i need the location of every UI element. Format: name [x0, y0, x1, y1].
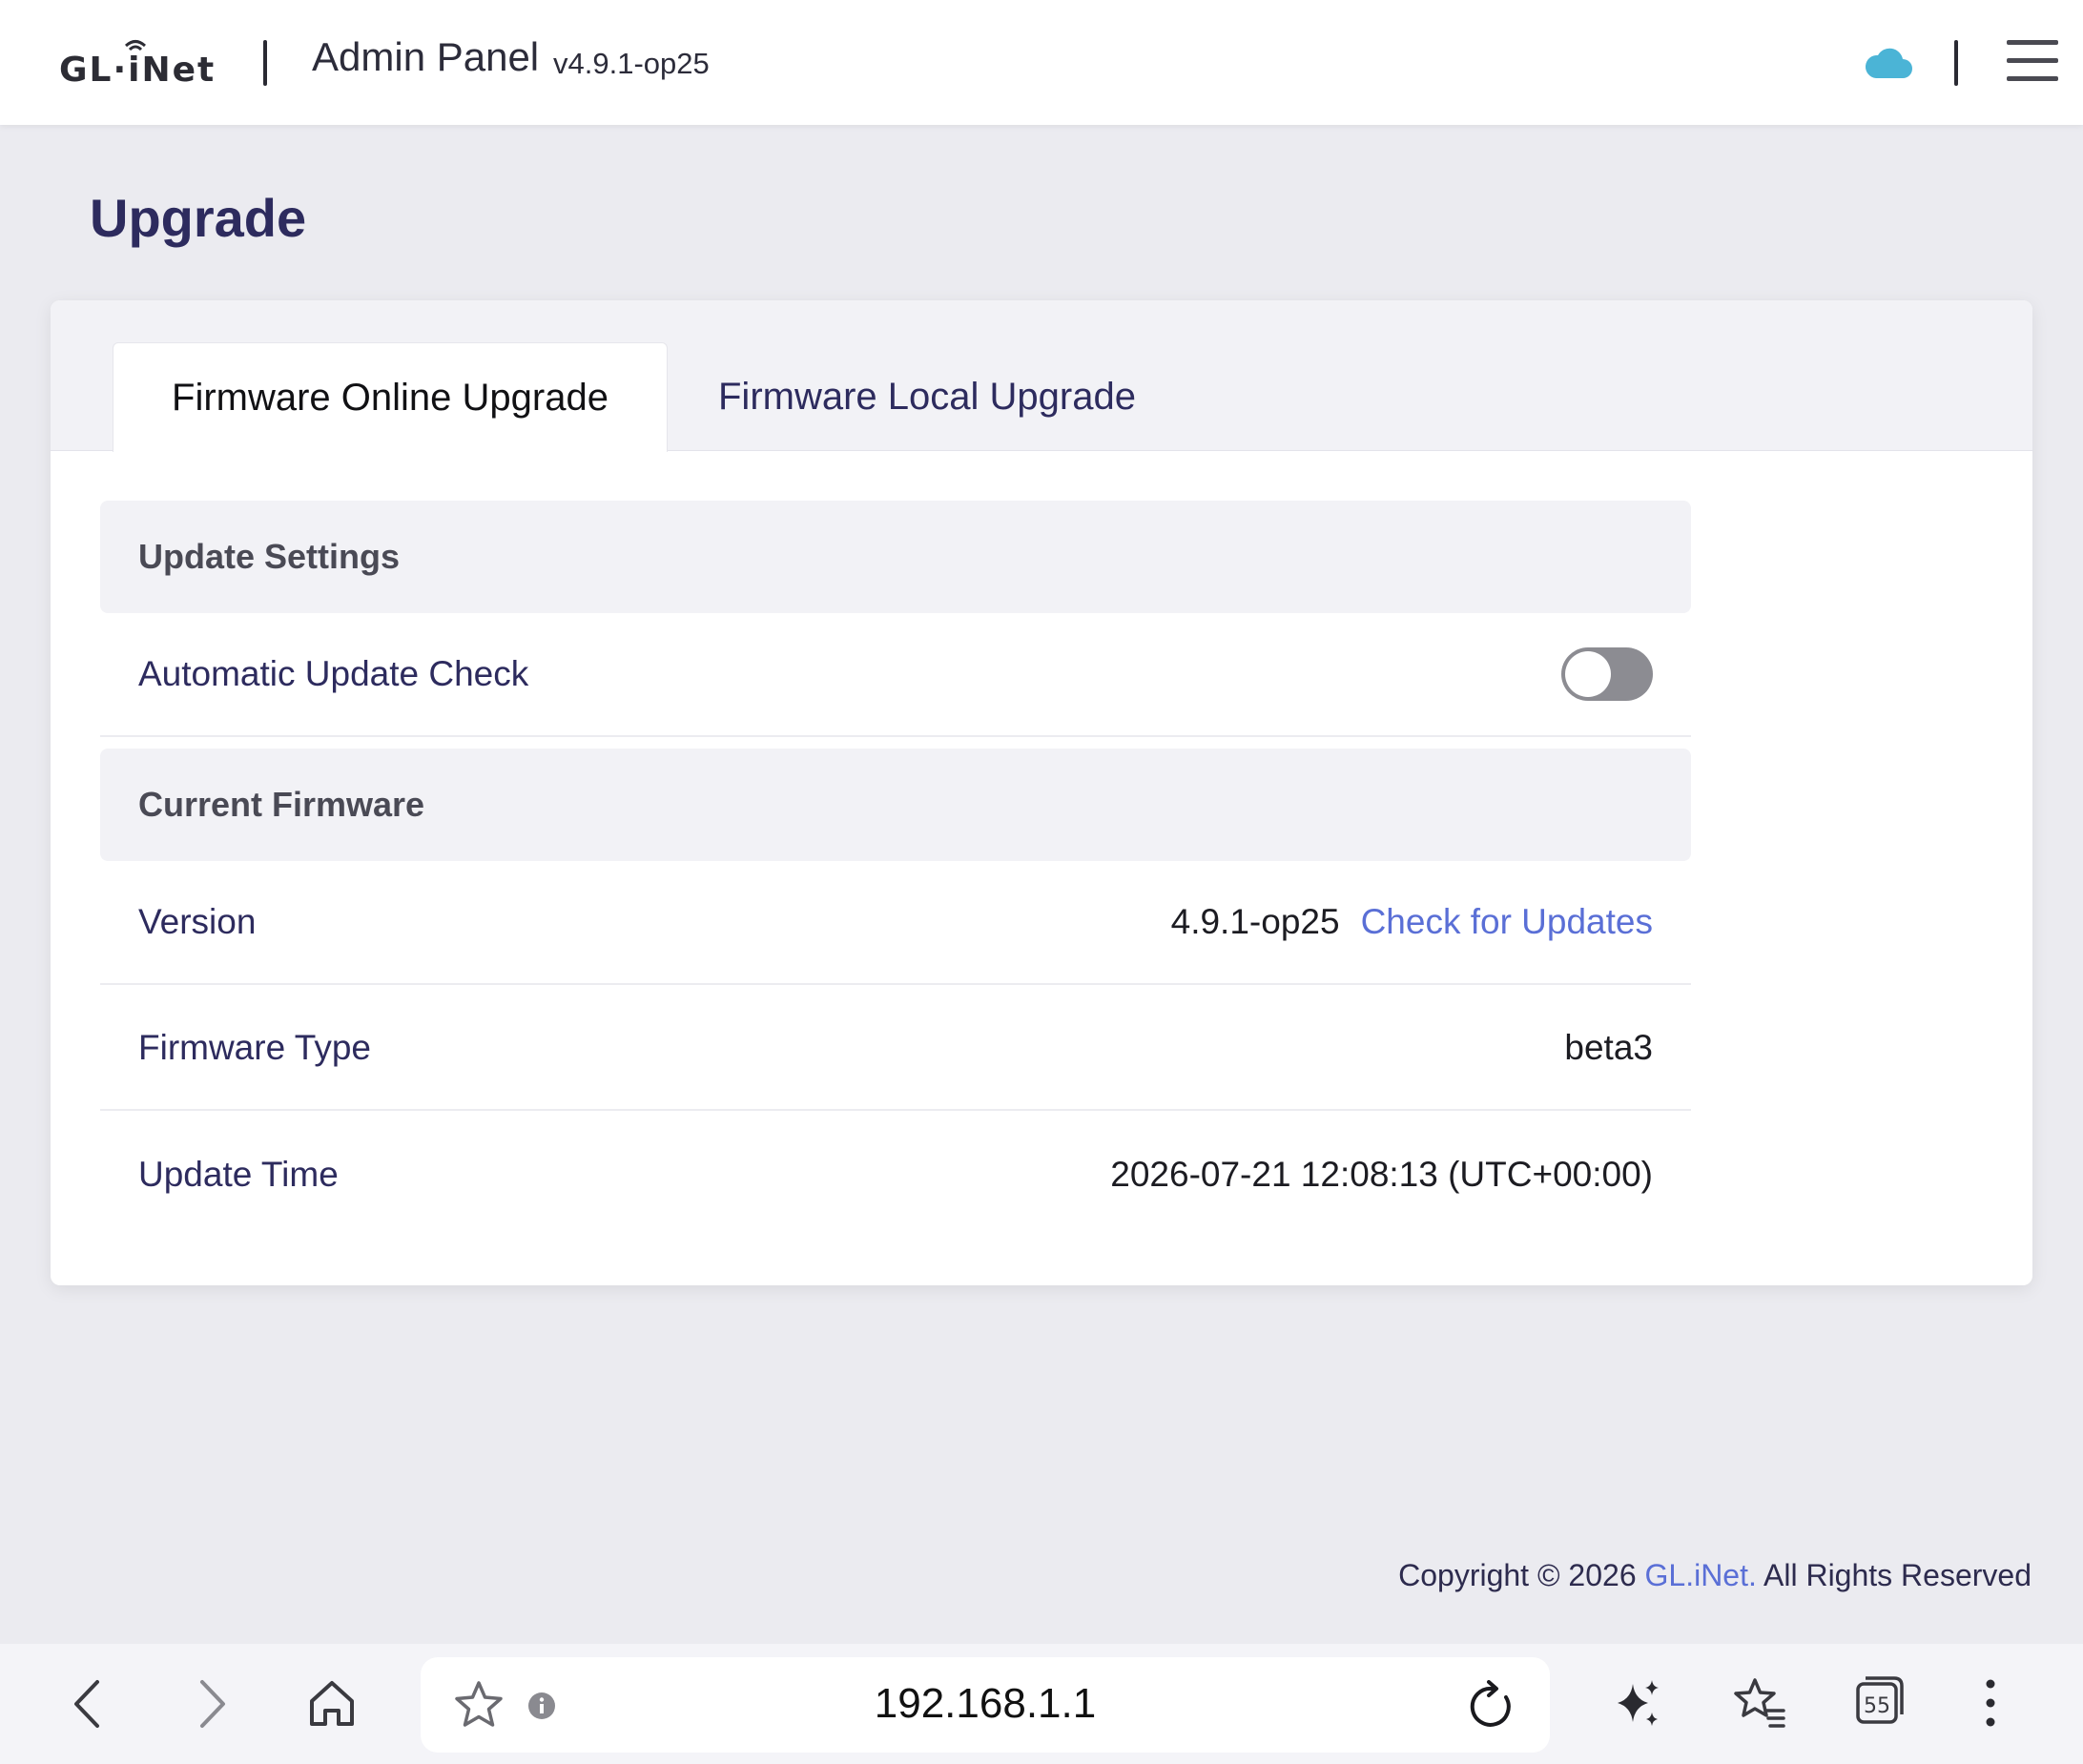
panel-title: Admin Panel [312, 34, 540, 79]
panel-version: v4.9.1-op25 [553, 47, 710, 80]
tab-bar: Firmware Online Upgrade Firmware Local U… [51, 300, 2032, 452]
current-firmware-heading: Current Firmware [100, 749, 1691, 861]
gl-inet-logo[interactable]: GL·iNet [59, 36, 216, 90]
upgrade-card: Firmware Online Upgrade Firmware Local U… [51, 300, 2032, 1285]
wifi-logo-icon [124, 40, 147, 51]
forward-icon[interactable] [193, 1678, 231, 1730]
bookmarks-list-icon[interactable] [1732, 1676, 1787, 1730]
update-time-row: Update Time 2026-07-21 12:08:13 (UTC+00:… [100, 1113, 1691, 1237]
url-text: 192.168.1.1 [874, 1680, 1097, 1727]
home-icon[interactable] [307, 1678, 357, 1730]
page-title: Upgrade [90, 188, 307, 248]
logo-text: GL·iNet [59, 51, 217, 90]
back-icon[interactable] [69, 1678, 107, 1730]
copyright-prefix: Copyright © 2026 [1398, 1558, 1645, 1592]
header-divider [263, 40, 267, 86]
firmware-type-label: Firmware Type [138, 1028, 371, 1067]
tab-firmware-local-upgrade[interactable]: Firmware Local Upgrade [718, 342, 1252, 451]
url-bar[interactable]: 192.168.1.1 [421, 1657, 1550, 1753]
firmware-type-value: beta3 [1564, 1028, 1653, 1067]
update-settings-heading: Update Settings [100, 501, 1691, 613]
version-label: Version [138, 902, 257, 941]
version-row: Version 4.9.1-op25 Check for Updates [100, 861, 1691, 985]
cloud-icon[interactable] [1865, 44, 1912, 80]
firmware-type-row: Firmware Type beta3 [100, 987, 1691, 1111]
gl-inet-footer-link[interactable]: GL.iNet. [1645, 1558, 1757, 1592]
update-time-label: Update Time [138, 1155, 339, 1194]
browser-toolbar: 192.168.1.1 55 [0, 1644, 2083, 1764]
toggle-knob [1565, 651, 1611, 697]
tabs-icon[interactable]: 55 [1854, 1674, 1906, 1730]
top-header: GL·iNet Admin Panel v4.9.1-op25 [0, 0, 2083, 125]
copyright-suffix: All Rights Reserved [1756, 1558, 2031, 1592]
auto-update-toggle[interactable] [1561, 647, 1653, 701]
header-divider-right [1954, 40, 1958, 86]
auto-update-label: Automatic Update Check [138, 654, 529, 693]
version-value: 4.9.1-op25 [1170, 902, 1340, 941]
copyright-footer: Copyright © 2026 GL.iNet. All Rights Res… [1398, 1558, 2031, 1593]
update-time-value: 2026-07-21 12:08:13 (UTC+00:00) [1110, 1155, 1653, 1194]
reload-icon[interactable] [1468, 1680, 1517, 1732]
tab-count: 55 [1864, 1694, 1890, 1718]
auto-update-row: Automatic Update Check [100, 613, 1691, 737]
check-for-updates-link[interactable]: Check for Updates [1361, 902, 1653, 942]
ai-sparkle-icon[interactable] [1614, 1676, 1663, 1730]
hamburger-menu-icon[interactable] [2007, 40, 2058, 82]
tab-firmware-online-upgrade[interactable]: Firmware Online Upgrade [113, 342, 668, 452]
more-icon[interactable] [1984, 1676, 1997, 1730]
